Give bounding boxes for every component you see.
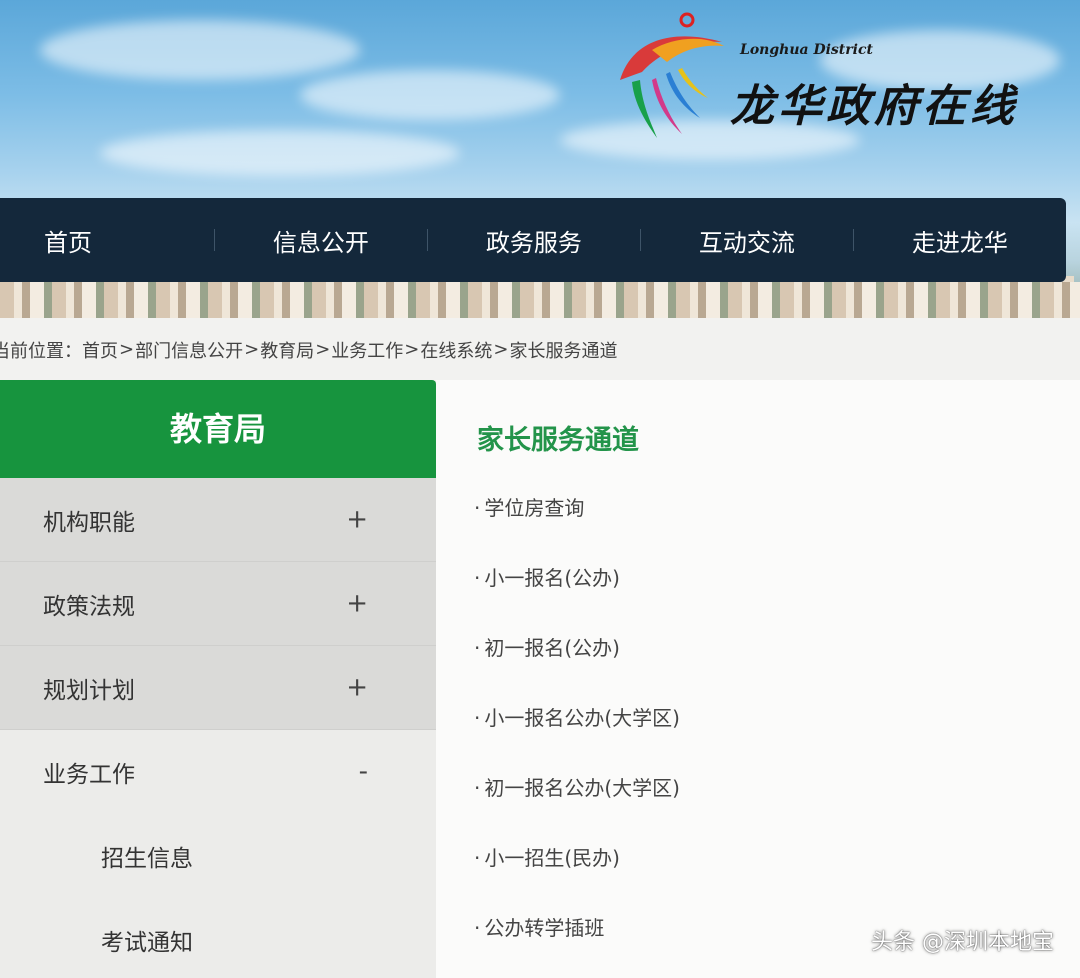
service-link-list: · 学位房查询 · 小一报名(公办) · 初一报名(公办) · 小一报名公办(大学区) … xyxy=(474,492,680,978)
nav-item-about-longhua[interactable]: 走进龙华 xyxy=(854,223,1066,258)
sidebar-subitem-enrollment-info[interactable]: 招生信息 xyxy=(0,814,436,898)
bullet-icon: · xyxy=(474,566,481,590)
breadcrumb-separator: > xyxy=(493,339,509,360)
service-link[interactable]: 小一报名公办(大学区) xyxy=(484,706,680,730)
sidebar-item-planning[interactable]: 规划计划 + xyxy=(0,646,436,730)
service-link[interactable]: 学位房查询 xyxy=(484,496,584,520)
sidebar-item-label: 业务工作 xyxy=(43,762,135,788)
collapse-minus-icon[interactable]: - xyxy=(359,756,368,786)
main-nav: 首页 信息公开 政务服务 互动交流 走进龙华 xyxy=(0,198,1066,282)
breadcrumb-separator: > xyxy=(244,339,260,360)
watermark-text: 头条 @深圳本地宝 xyxy=(871,930,1054,955)
sidebar-item-label: 政策法规 xyxy=(43,593,135,620)
expand-plus-icon[interactable]: + xyxy=(346,672,368,702)
breadcrumb-link-home[interactable]: 首页 xyxy=(82,337,118,363)
nav-item-info-disclosure[interactable]: 信息公开 xyxy=(215,223,427,258)
list-item[interactable]: · 初一报名公办(大学区) xyxy=(474,772,680,842)
sidebar-item-functions[interactable]: 机构职能 + xyxy=(0,478,436,562)
breadcrumb-prefix: 当前位置： xyxy=(0,340,82,362)
service-link[interactable]: 初一报名公办(大学区) xyxy=(484,776,680,800)
service-link[interactable]: 公办转学插班 xyxy=(484,916,604,940)
cloud-decoration xyxy=(40,20,360,80)
breadcrumb-link-online-system[interactable]: 在线系统 xyxy=(420,337,492,363)
logo-chinese-text: 龙华政府在线 xyxy=(730,81,1018,132)
expand-plus-icon[interactable]: + xyxy=(346,588,368,618)
breadcrumb-separator: > xyxy=(404,339,420,360)
sidebar: 教育局 机构职能 + 政策法规 + 规划计划 + 业务工作 - 招生信息 考试通… xyxy=(0,380,436,978)
bullet-icon: · xyxy=(474,916,481,940)
bullet-icon: · xyxy=(474,706,481,730)
page-title: 家长服务通道 xyxy=(477,425,639,456)
list-item[interactable]: · 小一报名公办(大学区) xyxy=(474,702,680,772)
breadcrumb-separator: > xyxy=(119,339,135,360)
sidebar-item-business-work[interactable]: 业务工作 - xyxy=(0,730,436,814)
breadcrumb-link-business-work[interactable]: 业务工作 xyxy=(331,337,403,363)
service-link[interactable]: 初一报名(公办) xyxy=(484,636,620,660)
list-item[interactable]: · 公办转学插班 xyxy=(474,912,680,978)
expand-plus-icon[interactable]: + xyxy=(346,504,368,534)
list-item[interactable]: · 初一报名(公办) xyxy=(474,632,680,702)
cloud-decoration xyxy=(300,70,560,120)
list-item[interactable]: · 小一招生(民办) xyxy=(474,842,680,912)
list-item[interactable]: · 学位房查询 xyxy=(474,492,680,562)
main-content: 家长服务通道 · 学位房查询 · 小一报名(公办) · 初一报名(公办) · 小一报名公… xyxy=(436,380,1080,978)
bullet-icon: · xyxy=(474,496,481,520)
bullet-icon: · xyxy=(474,776,481,800)
service-link[interactable]: 小一报名(公办) xyxy=(484,566,620,590)
logo-english-text: Longhua District xyxy=(740,42,873,58)
sidebar-title: 教育局 xyxy=(0,380,436,478)
cloud-decoration xyxy=(100,130,460,176)
sidebar-item-label: 规划计划 xyxy=(43,677,135,704)
nav-item-home[interactable]: 首页 xyxy=(0,223,214,258)
sidebar-item-policies[interactable]: 政策法规 + xyxy=(0,562,436,646)
nav-item-interaction[interactable]: 互动交流 xyxy=(641,223,853,258)
breadcrumb: 当前位置： 首页 > 部门信息公开 > 教育局 > 业务工作 > 在线系统 > … xyxy=(0,318,1080,382)
bullet-icon: · xyxy=(474,636,481,660)
breadcrumb-separator: > xyxy=(315,339,331,360)
site-logo[interactable]: Longhua District 龙华政府在线 xyxy=(612,10,1062,140)
sidebar-subitem-exam-notice[interactable]: 考试通知 xyxy=(0,898,436,978)
service-link[interactable]: 小一招生(民办) xyxy=(484,846,620,870)
list-item[interactable]: · 小一报名(公办) xyxy=(474,562,680,632)
nav-item-gov-services[interactable]: 政务服务 xyxy=(428,223,640,258)
bullet-icon: · xyxy=(474,846,481,870)
breadcrumb-link-dept-info[interactable]: 部门信息公开 xyxy=(135,337,243,363)
cityscape-decoration xyxy=(0,282,1080,318)
longhua-emblem-icon xyxy=(620,12,724,138)
breadcrumb-link-education-bureau[interactable]: 教育局 xyxy=(260,337,314,363)
sidebar-item-label: 机构职能 xyxy=(43,509,135,536)
breadcrumb-link-parent-service[interactable]: 家长服务通道 xyxy=(509,337,617,363)
